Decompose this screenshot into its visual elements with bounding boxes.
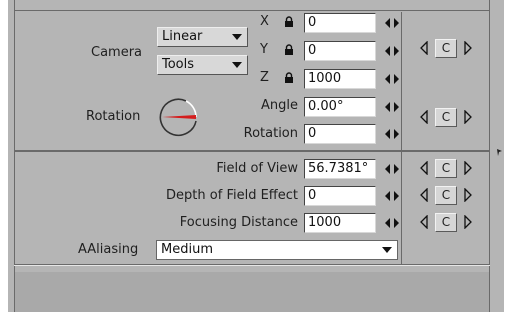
empty-area <box>15 272 489 312</box>
spin-arrows-icon[interactable] <box>385 191 399 201</box>
y-label: Y <box>260 42 268 57</box>
interpolation-dropdown[interactable]: Linear <box>157 27 248 47</box>
target-dropdown[interactable]: Tools <box>157 55 248 75</box>
spin-arrows-icon[interactable] <box>385 218 399 228</box>
spin-arrows-icon[interactable] <box>385 164 399 174</box>
spin-arrows-icon[interactable] <box>385 46 399 56</box>
focus-distance-label: Focusing Distance <box>179 215 298 230</box>
spin-arrows-icon[interactable] <box>385 18 399 28</box>
triangle-left-icon[interactable] <box>419 215 429 229</box>
dof-label: Depth of Field Effect <box>166 188 298 203</box>
triangle-right-icon[interactable] <box>463 110 473 124</box>
x-label: X <box>260 14 269 29</box>
aaliasing-label: AAliasing <box>78 242 139 257</box>
triangle-left-icon[interactable] <box>419 110 429 124</box>
column-divider <box>401 12 402 264</box>
camera-label: Camera <box>91 45 143 60</box>
spin-arrows-icon[interactable] <box>385 102 399 112</box>
bottom-divider-highlight <box>14 265 490 266</box>
focus-reset-button[interactable]: C <box>435 213 457 232</box>
triangle-right-icon[interactable] <box>463 188 473 202</box>
interpolation-value: Linear <box>162 29 203 44</box>
triangle-right-icon[interactable] <box>463 161 473 175</box>
angle-input[interactable]: 0.00° <box>304 97 376 117</box>
spin-arrows-icon[interactable] <box>385 129 399 139</box>
focus-distance-input[interactable]: 1000 <box>304 213 376 233</box>
triangle-left-icon[interactable] <box>419 161 429 175</box>
rotation-value-label: Rotation <box>243 126 298 141</box>
dof-input[interactable]: 0 <box>304 186 376 206</box>
chevron-down-icon <box>382 247 392 253</box>
aaliasing-dropdown[interactable]: Medium <box>156 240 398 260</box>
target-value: Tools <box>162 57 195 72</box>
camera-reset-button[interactable]: C <box>435 39 457 58</box>
spin-arrows-icon[interactable] <box>385 74 399 84</box>
triangle-left-icon[interactable] <box>419 188 429 202</box>
fov-label: Field of View <box>216 161 298 176</box>
lock-icon[interactable] <box>284 44 294 56</box>
fov-reset-button[interactable]: C <box>435 159 457 178</box>
lock-icon[interactable] <box>284 16 294 28</box>
rotation-label: Rotation <box>86 109 141 124</box>
triangle-left-icon[interactable] <box>419 41 429 55</box>
properties-panel: Camera Linear Tools X 0 Y 0 Z 1000 C Rot… <box>8 0 504 312</box>
angle-label: Angle <box>261 98 298 113</box>
resize-handle-icon[interactable] <box>496 148 504 158</box>
chevron-down-icon <box>232 34 242 40</box>
y-input[interactable]: 0 <box>304 41 376 61</box>
z-input[interactable]: 1000 <box>304 69 376 89</box>
top-divider <box>14 10 490 11</box>
z-label: Z <box>260 70 269 85</box>
rotation-input[interactable]: 0 <box>304 124 376 144</box>
x-input[interactable]: 0 <box>304 13 376 33</box>
triangle-right-icon[interactable] <box>463 41 473 55</box>
rotation-dial-icon[interactable] <box>156 95 200 139</box>
lock-icon[interactable] <box>284 72 294 84</box>
section-divider <box>14 150 490 152</box>
triangle-right-icon[interactable] <box>463 215 473 229</box>
aaliasing-value: Medium <box>161 242 213 257</box>
rotation-reset-button[interactable]: C <box>435 108 457 127</box>
fov-input[interactable]: 56.7381° <box>304 159 376 179</box>
dof-reset-button[interactable]: C <box>435 186 457 205</box>
chevron-down-icon <box>232 62 242 68</box>
